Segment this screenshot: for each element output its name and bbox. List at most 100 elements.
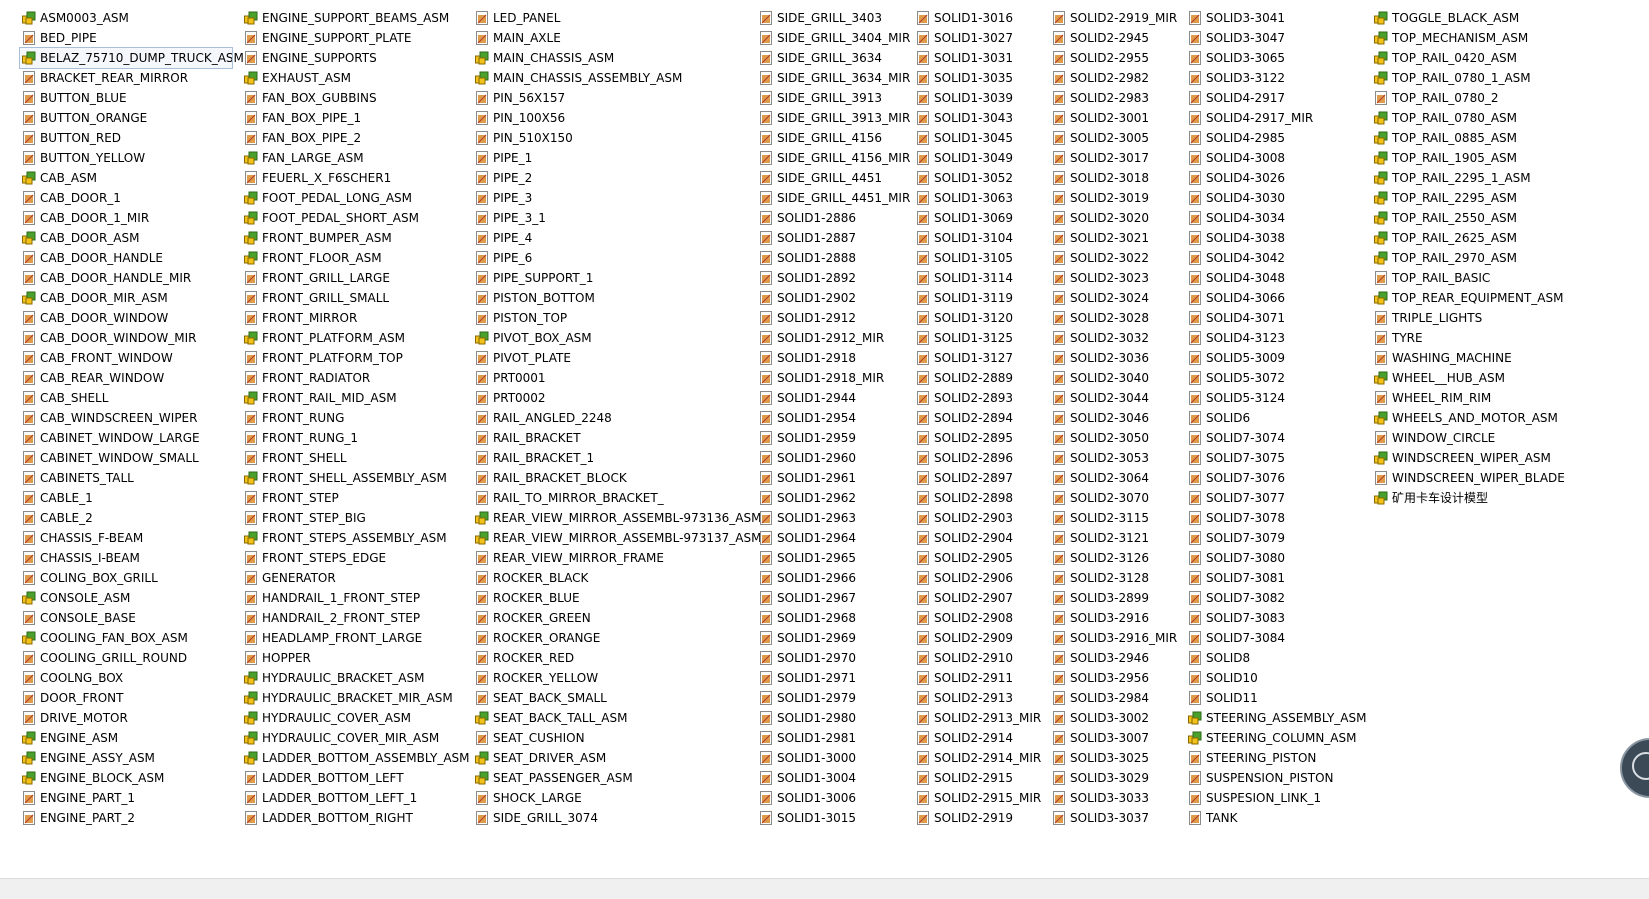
part-file-item[interactable]: CABLE_1: [20, 488, 232, 508]
part-file-item[interactable]: SIDE_GRILL_3913: [757, 88, 910, 108]
part-file-item[interactable]: FRONT_STEP_BIG: [242, 508, 470, 528]
part-file-item[interactable]: SOLID1-2918: [757, 348, 910, 368]
assembly-file-item[interactable]: TOP_RAIL_2970_ASM: [1372, 248, 1565, 268]
part-file-item[interactable]: SOLID2-3064: [1050, 468, 1177, 488]
assembly-file-item[interactable]: TOP_RAIL_0780_1_ASM: [1372, 68, 1565, 88]
part-file-item[interactable]: FRONT_GRILL_SMALL: [242, 288, 470, 308]
part-file-item[interactable]: SOLID2-3001: [1050, 108, 1177, 128]
part-file-item[interactable]: SOLID2-2898: [914, 488, 1041, 508]
part-file-item[interactable]: ROCKER_BLUE: [473, 588, 761, 608]
part-file-item[interactable]: SOLID2-2913: [914, 688, 1041, 708]
assembly-file-item[interactable]: FAN_LARGE_ASM: [242, 148, 470, 168]
part-file-item[interactable]: PRT0001: [473, 368, 761, 388]
assembly-file-item[interactable]: SEAT_PASSENGER_ASM: [473, 768, 761, 788]
part-file-item[interactable]: PIPE_3_1: [473, 208, 761, 228]
part-file-item[interactable]: ENGINE_SUPPORTS: [242, 48, 470, 68]
part-file-item[interactable]: ENGINE_SUPPORT_PLATE: [242, 28, 470, 48]
assembly-file-item[interactable]: ASM0003_ASM: [20, 8, 232, 28]
part-file-item[interactable]: SOLID4-3030: [1186, 188, 1366, 208]
part-file-item[interactable]: SOLID1-3125: [914, 328, 1041, 348]
part-file-item[interactable]: SOLID2-3019: [1050, 188, 1177, 208]
part-file-item[interactable]: SOLID2-3040: [1050, 368, 1177, 388]
part-file-item[interactable]: CABINET_WINDOW_LARGE: [20, 428, 232, 448]
assembly-file-item[interactable]: CAB_DOOR_MIR_ASM: [20, 288, 232, 308]
part-file-item[interactable]: HANDRAIL_2_FRONT_STEP: [242, 608, 470, 628]
part-file-item[interactable]: COOLING_GRILL_ROUND: [20, 648, 232, 668]
part-file-item[interactable]: SOLID2-3115: [1050, 508, 1177, 528]
part-file-item[interactable]: SOLID2-2905: [914, 548, 1041, 568]
part-file-item[interactable]: ENGINE_PART_1: [20, 788, 232, 808]
part-file-item[interactable]: SOLID1-3104: [914, 228, 1041, 248]
part-file-item[interactable]: SOLID2-2919: [914, 808, 1041, 828]
part-file-item[interactable]: SOLID1-2918_MIR: [757, 368, 910, 388]
part-file-item[interactable]: TYRE: [1372, 328, 1565, 348]
part-file-item[interactable]: CABLE_2: [20, 508, 232, 528]
part-file-item[interactable]: SOLID2-2906: [914, 568, 1041, 588]
part-file-item[interactable]: SOLID1-2912: [757, 308, 910, 328]
part-file-item[interactable]: SOLID10: [1186, 668, 1366, 688]
assembly-file-item[interactable]: COOLING_FAN_BOX_ASM: [20, 628, 232, 648]
part-file-item[interactable]: SOLID1-2962: [757, 488, 910, 508]
part-file-item[interactable]: SOLID1-2966: [757, 568, 910, 588]
part-file-item[interactable]: RAIL_ANGLED_2248: [473, 408, 761, 428]
part-file-item[interactable]: SOLID1-2981: [757, 728, 910, 748]
assembly-file-item[interactable]: ENGINE_ASSY_ASM: [20, 748, 232, 768]
part-file-item[interactable]: SOLID2-2914_MIR: [914, 748, 1041, 768]
assembly-file-item[interactable]: TOP_RAIL_0885_ASM: [1372, 128, 1565, 148]
part-file-item[interactable]: PIPE_4: [473, 228, 761, 248]
part-file-item[interactable]: COOLNG_BOX: [20, 668, 232, 688]
part-file-item[interactable]: CHASSIS_I-BEAM: [20, 548, 232, 568]
part-file-item[interactable]: RAIL_TO_MIRROR_BRACKET_: [473, 488, 761, 508]
part-file-item[interactable]: SOLID2-2910: [914, 648, 1041, 668]
part-file-item[interactable]: SUSPENSION_PISTON: [1186, 768, 1366, 788]
part-file-item[interactable]: LADDER_BOTTOM_LEFT: [242, 768, 470, 788]
assembly-file-item[interactable]: SEAT_DRIVER_ASM: [473, 748, 761, 768]
assembly-file-item[interactable]: FRONT_PLATFORM_ASM: [242, 328, 470, 348]
assembly-file-item[interactable]: HYDRAULIC_BRACKET_ASM: [242, 668, 470, 688]
part-file-item[interactable]: SOLID2-3028: [1050, 308, 1177, 328]
part-file-item[interactable]: SOLID3-3037: [1050, 808, 1177, 828]
part-file-item[interactable]: PIPE_1: [473, 148, 761, 168]
part-file-item[interactable]: SOLID1-2944: [757, 388, 910, 408]
part-file-item[interactable]: SOLID3-3025: [1050, 748, 1177, 768]
part-file-item[interactable]: CABINETS_TALL: [20, 468, 232, 488]
part-file-item[interactable]: SIDE_GRILL_4451_MIR: [757, 188, 910, 208]
part-file-item[interactable]: SOLID1-3127: [914, 348, 1041, 368]
part-file-item[interactable]: SHOCK_LARGE: [473, 788, 761, 808]
part-file-item[interactable]: TRIPLE_LIGHTS: [1372, 308, 1565, 328]
part-file-item[interactable]: SOLID2-3022: [1050, 248, 1177, 268]
part-file-item[interactable]: BUTTON_BLUE: [20, 88, 232, 108]
part-file-item[interactable]: PIPE_2: [473, 168, 761, 188]
part-file-item[interactable]: SOLID1-3049: [914, 148, 1041, 168]
part-file-item[interactable]: SIDE_GRILL_3074: [473, 808, 761, 828]
assembly-file-item[interactable]: TOP_RAIL_2295_1_ASM: [1372, 168, 1565, 188]
part-file-item[interactable]: SOLID6: [1186, 408, 1366, 428]
part-file-item[interactable]: SOLID2-2909: [914, 628, 1041, 648]
part-file-item[interactable]: CAB_SHELL: [20, 388, 232, 408]
part-file-item[interactable]: FRONT_STEP: [242, 488, 470, 508]
part-file-item[interactable]: LADDER_BOTTOM_RIGHT: [242, 808, 470, 828]
part-file-item[interactable]: CAB_DOOR_HANDLE: [20, 248, 232, 268]
part-file-item[interactable]: SOLID7-3080: [1186, 548, 1366, 568]
part-file-item[interactable]: FRONT_RADIATOR: [242, 368, 470, 388]
part-file-item[interactable]: CONSOLE_BASE: [20, 608, 232, 628]
part-file-item[interactable]: LED_PANEL: [473, 8, 761, 28]
assembly-file-item[interactable]: STEERING_COLUMN_ASM: [1186, 728, 1366, 748]
part-file-item[interactable]: PIN_56X157: [473, 88, 761, 108]
assembly-file-item[interactable]: WINDSCREEN_WIPER_ASM: [1372, 448, 1565, 468]
assembly-file-item[interactable]: TOP_RAIL_0420_ASM: [1372, 48, 1565, 68]
part-file-item[interactable]: SOLID4-3042: [1186, 248, 1366, 268]
part-file-item[interactable]: SOLID2-3053: [1050, 448, 1177, 468]
assembly-file-item[interactable]: SEAT_BACK_TALL_ASM: [473, 708, 761, 728]
part-file-item[interactable]: CHASSIS_F-BEAM: [20, 528, 232, 548]
part-file-item[interactable]: SOLID1-2886: [757, 208, 910, 228]
part-file-item[interactable]: SOLID2-3044: [1050, 388, 1177, 408]
part-file-item[interactable]: FRONT_PLATFORM_TOP: [242, 348, 470, 368]
part-file-item[interactable]: SOLID1-2954: [757, 408, 910, 428]
part-file-item[interactable]: SOLID11: [1186, 688, 1366, 708]
part-file-item[interactable]: SOLID1-3045: [914, 128, 1041, 148]
part-file-item[interactable]: FAN_BOX_GUBBINS: [242, 88, 470, 108]
part-file-item[interactable]: SOLID7-3074: [1186, 428, 1366, 448]
part-file-item[interactable]: HEADLAMP_FRONT_LARGE: [242, 628, 470, 648]
part-file-item[interactable]: SOLID7-3084: [1186, 628, 1366, 648]
